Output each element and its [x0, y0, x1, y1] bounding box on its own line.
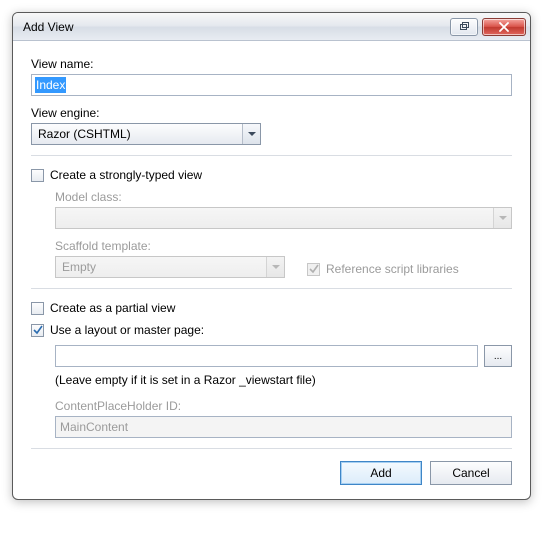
close-icon	[498, 22, 510, 32]
ref-script-checkbox	[307, 263, 320, 276]
browse-label: ...	[494, 351, 502, 362]
dialog-footer: Add Cancel	[31, 461, 512, 485]
window-buttons	[450, 18, 526, 36]
view-engine-value: Razor (CSHTML)	[38, 127, 131, 141]
separator	[31, 155, 512, 156]
chevron-down-icon	[266, 257, 284, 277]
view-engine-group: View engine: Razor (CSHTML)	[31, 106, 512, 145]
separator	[31, 448, 512, 449]
placeholder-label: ContentPlaceHolder ID:	[55, 399, 512, 413]
add-button[interactable]: Add	[340, 461, 422, 485]
strongly-typed-row: Create a strongly-typed view	[31, 168, 512, 182]
separator	[31, 288, 512, 289]
window-restore-icon	[458, 22, 470, 32]
use-layout-checkbox[interactable]	[31, 324, 44, 337]
chevron-down-icon	[242, 124, 260, 144]
partial-view-checkbox[interactable]	[31, 302, 44, 315]
partial-view-label: Create as a partial view	[50, 301, 175, 315]
scaffold-label: Scaffold template:	[55, 239, 285, 253]
layout-path-input[interactable]	[55, 345, 478, 367]
layout-hint: (Leave empty if it is set in a Razor _vi…	[55, 373, 512, 387]
model-class-label: Model class:	[55, 190, 512, 204]
layout-panel: ... (Leave empty if it is set in a Razor…	[55, 345, 512, 438]
view-name-input-wrap: Index	[31, 74, 512, 96]
use-layout-label: Use a layout or master page:	[50, 323, 204, 337]
chevron-down-icon	[493, 208, 511, 228]
placeholder-group: ContentPlaceHolder ID:	[55, 399, 512, 438]
placeholder-input	[55, 416, 512, 438]
use-layout-row: Use a layout or master page:	[31, 323, 512, 337]
browse-button[interactable]: ...	[484, 345, 512, 367]
close-button[interactable]	[482, 18, 526, 36]
ref-script-label: Reference script libraries	[326, 262, 459, 276]
view-name-group: View name: Index	[31, 57, 512, 96]
scaffold-combo: Empty	[55, 256, 285, 278]
view-name-label: View name:	[31, 57, 512, 71]
dialog-content: View name: Index View engine: Razor (CSH…	[13, 41, 530, 499]
cancel-label: Cancel	[452, 466, 489, 480]
model-class-combo	[55, 207, 512, 229]
view-engine-label: View engine:	[31, 106, 512, 120]
scaffold-group: Scaffold template: Empty	[55, 239, 285, 278]
model-class-group: Model class:	[55, 190, 512, 229]
strongly-typed-checkbox[interactable]	[31, 169, 44, 182]
cancel-button[interactable]: Cancel	[430, 461, 512, 485]
scaffold-row: Scaffold template: Empty Reference scrip…	[55, 239, 512, 278]
partial-view-row: Create as a partial view	[31, 301, 512, 315]
strongly-typed-panel: Model class: Scaffold template: Empty	[55, 190, 512, 278]
scaffold-value: Empty	[62, 260, 96, 274]
ref-script-row: Reference script libraries	[307, 262, 459, 276]
dialog-window: Add View View name: Index View engine: R…	[12, 12, 531, 500]
window-title: Add View	[23, 20, 450, 34]
view-name-input[interactable]	[31, 74, 512, 96]
layout-path-row: ...	[55, 345, 512, 367]
strongly-typed-label: Create a strongly-typed view	[50, 168, 202, 182]
titlebar: Add View	[13, 13, 530, 41]
minimize-button[interactable]	[450, 18, 478, 36]
view-engine-combo[interactable]: Razor (CSHTML)	[31, 123, 261, 145]
add-label: Add	[370, 466, 391, 480]
